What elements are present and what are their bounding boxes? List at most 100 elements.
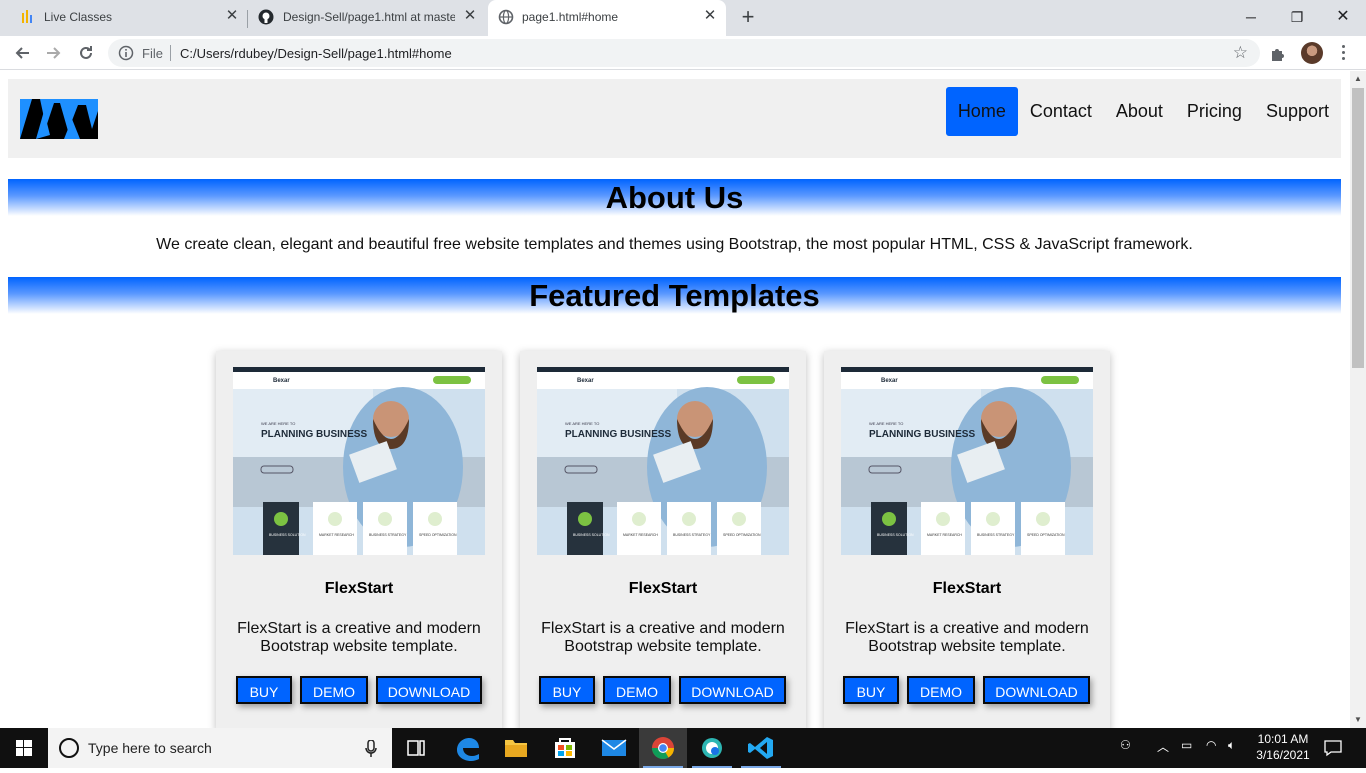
demo-button[interactable]: DEMO (300, 676, 368, 704)
card-title: FlexStart (324, 580, 394, 597)
about-heading: About Us (8, 179, 1341, 216)
template-card: Bexar WE ARE HERE TO PLANNING BUSINESS B… (824, 351, 1110, 728)
preview-feature: MARKET RESEARCH (623, 533, 658, 537)
template-preview-image[interactable]: Bexar WE ARE HERE TO PLANNING BUSINESS B… (537, 367, 789, 555)
preview-feature: BUSINESS SOLUTION (269, 533, 306, 537)
edge-icon[interactable] (443, 728, 491, 768)
preview-headline: PLANNING BUSINESS (261, 429, 367, 440)
nav-about[interactable]: About (1104, 87, 1175, 136)
reload-button[interactable] (74, 41, 98, 65)
battery-icon[interactable]: ▭ (1181, 738, 1192, 752)
tab-title: Design-Sell/page1.html at maste (283, 10, 455, 24)
preview-illustration: Bexar WE ARE HERE TO PLANNING BUSINESS B… (537, 367, 789, 555)
avatar[interactable] (1301, 42, 1323, 64)
logo-wave-icon (20, 99, 98, 139)
preview-feature: BUSINESS SOLUTION (877, 533, 914, 537)
people-icon[interactable]: ⚇ (1120, 738, 1131, 752)
buy-button[interactable]: BUY (539, 676, 595, 704)
vertical-scrollbar[interactable]: ▲ ▼ (1350, 71, 1366, 728)
preview-feature: SPEED OPTIMIZATION (723, 533, 761, 537)
featured-heading: Featured Templates (8, 277, 1341, 314)
site-header: Home Contact About Pricing Support (8, 79, 1341, 158)
restore-button[interactable]: ❐ (1274, 4, 1320, 30)
nav-support[interactable]: Support (1254, 87, 1341, 136)
minimize-button[interactable]: ─ (1228, 4, 1274, 30)
scroll-down-arrow-icon[interactable]: ▼ (1350, 712, 1366, 728)
card-description: FlexStart is a creative and modern Boots… (541, 620, 785, 655)
mail-icon[interactable] (590, 728, 638, 768)
preview-feature: BUSINESS STRATEGY (977, 533, 1015, 537)
back-button[interactable] (10, 41, 34, 65)
volume-icon[interactable]: 🔈︎ (1228, 738, 1235, 753)
notifications-icon[interactable] (1324, 739, 1342, 757)
arrow-left-icon (15, 47, 29, 59)
reload-icon (80, 46, 92, 59)
puzzle-icon[interactable] (1268, 44, 1288, 64)
tab-live-classes[interactable]: Live Classes ✕ (0, 0, 246, 36)
template-preview-image[interactable]: Bexar WE ARE HERE TO PLANNING BUSINESS B… (233, 367, 485, 555)
buy-button[interactable]: BUY (843, 676, 899, 704)
file-explorer-icon[interactable] (492, 728, 540, 768)
nav-contact[interactable]: Contact (1018, 87, 1104, 136)
edge-dev-icon[interactable] (688, 728, 736, 768)
preview-feature: MARKET RESEARCH (927, 533, 962, 537)
about-text: We create clean, elegant and beautiful f… (156, 236, 1193, 253)
card-description: FlexStart is a creative and modern Boots… (237, 620, 481, 655)
tab-github[interactable]: Design-Sell/page1.html at maste ✕ (248, 0, 486, 36)
preview-feature: BUSINESS STRATEGY (369, 533, 407, 537)
nav-home[interactable]: Home (945, 87, 1018, 136)
menu-icon[interactable] (1336, 42, 1350, 64)
divider (170, 45, 171, 61)
search-placeholder: Type here to search (88, 740, 212, 756)
demo-button[interactable]: DEMO (603, 676, 671, 704)
scroll-thumb[interactable] (1352, 88, 1364, 368)
preview-feature: SPEED OPTIMIZATION (1027, 533, 1065, 537)
tab-title: Live Classes (44, 10, 113, 24)
download-button[interactable]: DOWNLOAD (376, 676, 482, 704)
tab-page1[interactable]: page1.html#home ✕ (488, 0, 726, 36)
microphone-icon[interactable] (365, 740, 377, 758)
forward-button[interactable] (42, 41, 66, 65)
start-button[interactable] (0, 728, 48, 768)
preview-headline: PLANNING BUSINESS (565, 429, 671, 440)
preview-feature: SPEED OPTIMIZATION (419, 533, 457, 537)
chrome-icon[interactable] (639, 728, 687, 768)
download-button[interactable]: DOWNLOAD (679, 676, 786, 704)
url-text[interactable]: C:/Users/rdubey/Design-Sell/page1.html#h… (180, 46, 452, 61)
close-icon[interactable]: ✕ (224, 8, 240, 24)
address-bar[interactable]: File C:/Users/rdubey/Design-Sell/page1.h… (108, 39, 1260, 67)
download-button[interactable]: DOWNLOAD (983, 676, 1090, 704)
template-card: Bexar WE ARE HERE TO PLANNING BUSINESS B… (216, 351, 502, 728)
info-icon[interactable] (118, 45, 134, 61)
star-icon[interactable]: ☆ (1233, 43, 1248, 63)
clock[interactable]: 10:01 AM 3/16/2021 (1250, 731, 1316, 763)
site-logo[interactable] (20, 99, 98, 139)
close-window-button[interactable]: ✕ (1320, 4, 1366, 30)
preview-headline: PLANNING BUSINESS (869, 429, 975, 440)
buy-button[interactable]: BUY (236, 676, 292, 704)
close-icon[interactable]: ✕ (702, 8, 718, 24)
scroll-up-arrow-icon[interactable]: ▲ (1350, 71, 1366, 87)
clock-date: 3/16/2021 (1256, 748, 1310, 762)
template-preview-image[interactable]: Bexar WE ARE HERE TO PLANNING BUSINESS B… (841, 367, 1093, 555)
wifi-icon[interactable]: ◠ (1206, 738, 1216, 752)
nav-pricing[interactable]: Pricing (1175, 87, 1254, 136)
clock-time: 10:01 AM (1257, 732, 1309, 746)
preview-kicker: WE ARE HERE TO (869, 421, 903, 426)
vscode-icon[interactable] (737, 728, 785, 768)
new-tab-button[interactable]: + (738, 6, 758, 28)
demo-button[interactable]: DEMO (907, 676, 975, 704)
card-title: FlexStart (932, 580, 1002, 597)
store-icon[interactable] (541, 728, 589, 768)
task-view-icon[interactable] (392, 728, 440, 768)
chevron-up-icon[interactable]: ︿ (1157, 738, 1169, 755)
browser-tab-strip: Live Classes ✕ Design-Sell/page1.html at… (0, 0, 1366, 36)
github-icon (258, 9, 274, 25)
preview-brand: Bexar (881, 378, 898, 384)
tab-title: page1.html#home (522, 10, 619, 24)
card-title: FlexStart (628, 580, 698, 597)
taskbar-search[interactable]: Type here to search (48, 728, 392, 768)
windows-taskbar: Type here to search ⚇ ︿ ▭ ◠ 🔈︎ 10:01 AM … (0, 728, 1366, 768)
close-icon[interactable]: ✕ (462, 8, 478, 24)
template-card: Bexar WE ARE HERE TO PLANNING BUSINESS B… (520, 351, 806, 728)
